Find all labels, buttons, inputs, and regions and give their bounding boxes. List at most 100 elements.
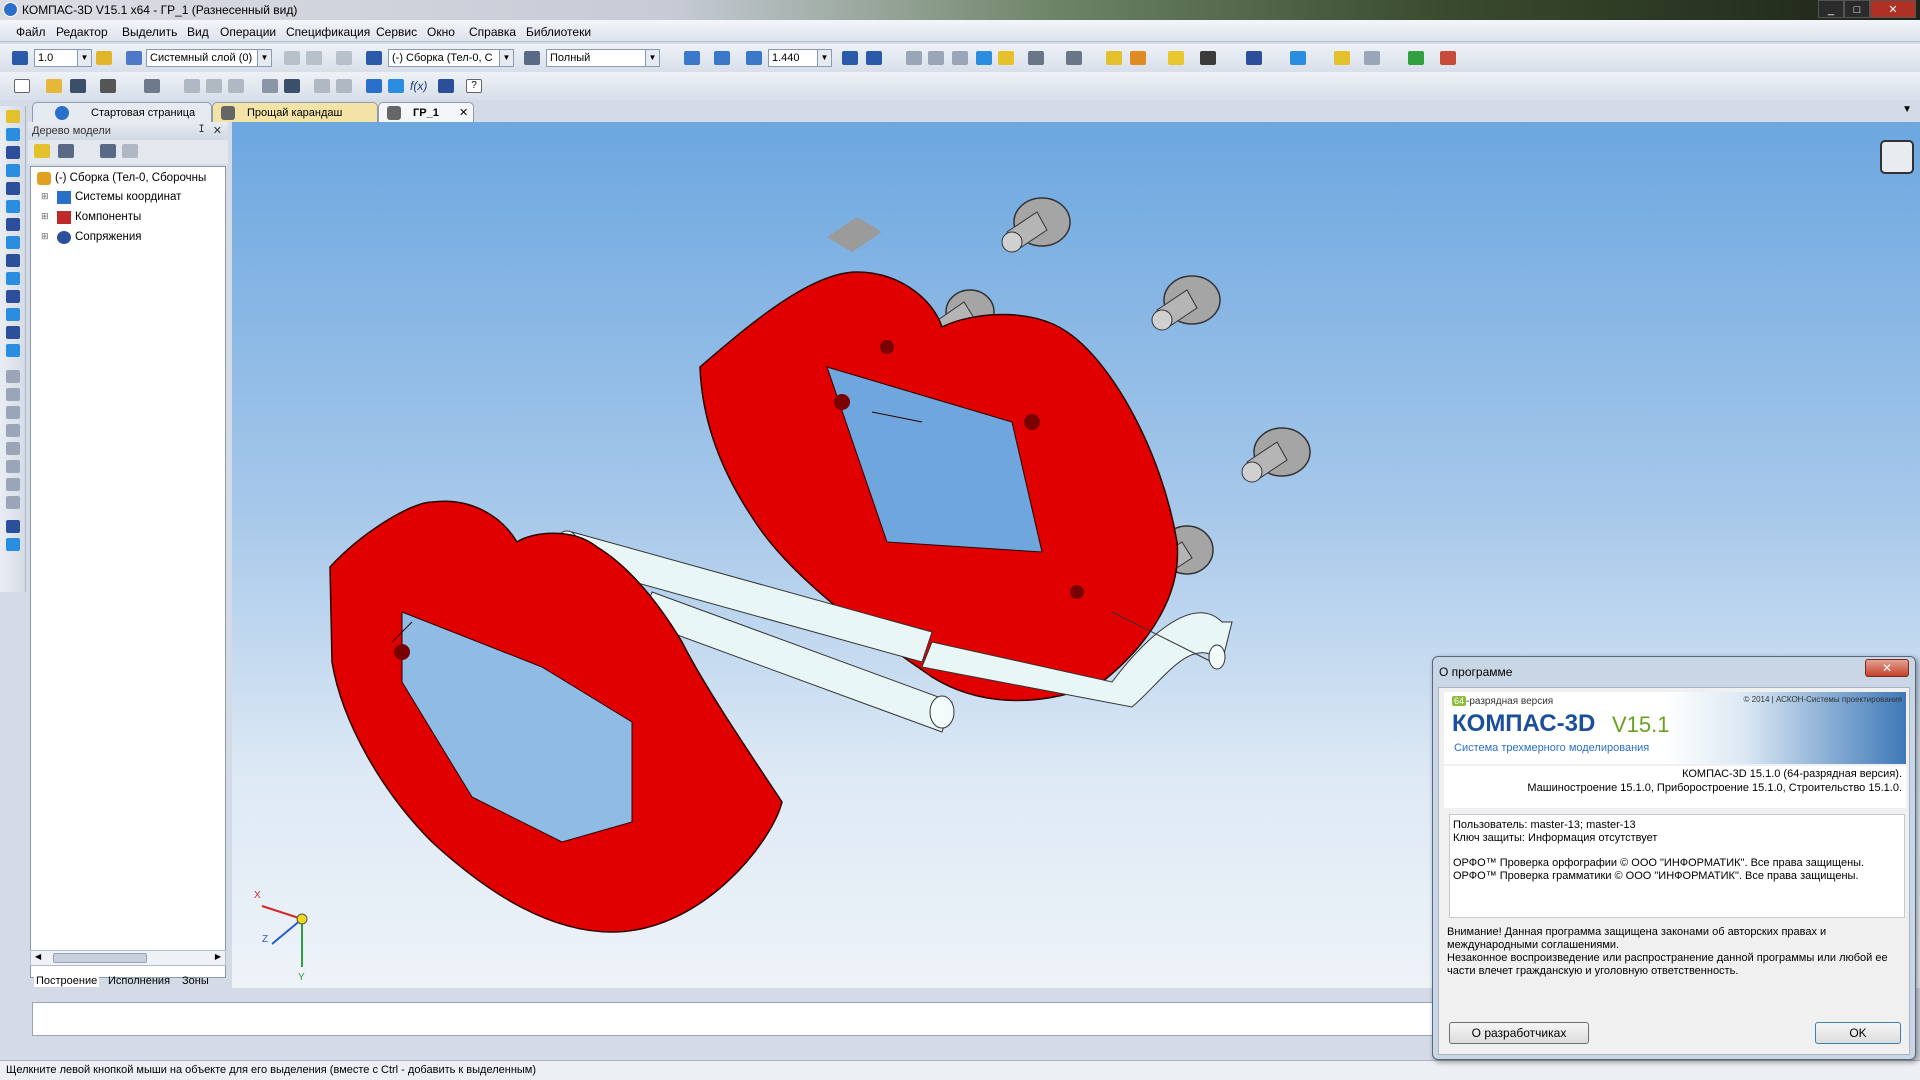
paste-icon[interactable]	[228, 79, 244, 93]
tab-construction[interactable]: Построение	[34, 975, 100, 987]
surface-icon[interactable]	[6, 218, 20, 231]
tool-b-icon[interactable]	[6, 388, 20, 401]
component-insert-icon[interactable]	[6, 128, 20, 141]
zoom-combo[interactable]: 1.440 ▼	[768, 49, 832, 67]
style-combo[interactable]: Полный ▼	[546, 49, 660, 67]
tool-h-icon[interactable]	[6, 496, 20, 509]
tab-proshchai-karandash[interactable]: Прощай карандаш	[212, 102, 378, 122]
aux-geometry-icon[interactable]	[6, 236, 20, 249]
tool-e-icon[interactable]	[6, 442, 20, 455]
menu-operations[interactable]: Операции	[220, 25, 276, 39]
scroll-left-icon[interactable]: ◀	[35, 952, 41, 961]
tree-item-mates[interactable]: Сопряжения	[75, 231, 142, 243]
tool-c-icon[interactable]	[6, 406, 20, 419]
print-icon[interactable]	[100, 79, 116, 93]
close-tab-icon[interactable]: ✕	[459, 106, 468, 119]
mate-icon[interactable]	[6, 146, 20, 159]
step-icon[interactable]	[12, 51, 28, 65]
library-manager-icon[interactable]	[388, 79, 404, 93]
wireframe-icon[interactable]	[906, 51, 922, 65]
rotate-icon[interactable]	[842, 51, 858, 65]
property-panel[interactable]	[32, 1002, 1434, 1036]
spatial-curve-icon[interactable]	[6, 200, 20, 213]
menu-help[interactable]: Справка	[469, 25, 516, 39]
move-component-icon[interactable]	[6, 164, 20, 177]
scroll-thumb[interactable]	[53, 953, 147, 963]
report-tool-icon[interactable]	[6, 308, 20, 321]
maximize-button[interactable]: □	[1844, 0, 1870, 18]
filter-icon[interactable]	[1028, 51, 1044, 65]
save-icon[interactable]	[70, 79, 86, 93]
zoom-icon[interactable]	[714, 51, 730, 65]
tool-a-icon[interactable]	[6, 370, 20, 383]
tree-root[interactable]: (-) Сборка (Тел-0, Сборочны	[55, 172, 206, 184]
preview-icon[interactable]	[144, 79, 160, 93]
snap-icon[interactable]	[96, 51, 112, 65]
ok-button[interactable]: OK	[1815, 1022, 1901, 1044]
menu-service[interactable]: Сервис	[376, 25, 417, 39]
orientation-icon[interactable]	[866, 51, 882, 65]
library-icon[interactable]	[1334, 51, 1350, 65]
style-icon[interactable]	[524, 51, 540, 65]
expand-icon[interactable]: ⊞	[41, 211, 49, 222]
array-icon[interactable]	[6, 182, 20, 195]
properties-icon[interactable]	[1200, 51, 1216, 65]
help-icon[interactable]: ?	[466, 79, 482, 93]
tool-d-icon[interactable]	[6, 424, 20, 437]
text-icon[interactable]	[1440, 51, 1456, 65]
sheet-icon[interactable]	[6, 344, 20, 357]
tab-gr1[interactable]: ГР_1 ✕	[378, 102, 474, 122]
fx-variables-icon[interactable]: f(x)	[410, 79, 427, 93]
tool-f-icon[interactable]	[6, 460, 20, 473]
relations-icon[interactable]	[100, 144, 116, 158]
tree-view-icon[interactable]	[58, 144, 74, 158]
tree-toggle-icon[interactable]	[366, 79, 382, 93]
scroll-right-icon[interactable]: ▶	[215, 952, 221, 961]
menu-specification[interactable]: Спецификация	[286, 25, 370, 39]
open-folder-icon[interactable]	[46, 79, 62, 93]
copy-icon[interactable]	[206, 79, 222, 93]
format-icon[interactable]	[262, 79, 278, 93]
minimize-button[interactable]: _	[1818, 0, 1844, 18]
tool-i-icon[interactable]	[6, 520, 20, 533]
half-tone-icon[interactable]	[952, 51, 968, 65]
measure-icon[interactable]	[1130, 51, 1146, 65]
tabs-dropdown-icon[interactable]: ▼	[1902, 104, 1912, 115]
variables-icon[interactable]	[284, 79, 300, 93]
select-icon[interactable]	[336, 51, 352, 65]
relation-icon[interactable]	[438, 79, 454, 93]
expand-icon[interactable]: ⊞	[41, 231, 49, 242]
manager-icon[interactable]	[1364, 51, 1380, 65]
section-icon[interactable]	[1106, 51, 1122, 65]
shaded-icon[interactable]	[976, 51, 992, 65]
cut-icon[interactable]	[184, 79, 200, 93]
zoom-scale-icon[interactable]	[746, 51, 762, 65]
edit-part-icon[interactable]	[6, 110, 20, 123]
component-icon[interactable]	[1290, 51, 1306, 65]
close-button[interactable]: ✕	[1870, 0, 1916, 18]
menu-view[interactable]: Вид	[187, 25, 209, 39]
tree-options-icon[interactable]	[122, 144, 138, 158]
kompas-app-icon[interactable]	[3, 2, 18, 17]
layer-icon[interactable]	[126, 51, 142, 65]
build-order-icon[interactable]	[34, 144, 50, 158]
tree-horizontal-scrollbar[interactable]: ◀ ▶	[30, 950, 226, 966]
report-icon[interactable]	[1408, 51, 1424, 65]
highlight-icon[interactable]	[1168, 51, 1184, 65]
tree-close-icon[interactable]: ✕	[213, 124, 222, 137]
filter-tool-icon[interactable]	[6, 272, 20, 285]
menu-window[interactable]: Окно	[427, 25, 455, 39]
menu-file[interactable]: Файл	[16, 25, 46, 39]
filter2-icon[interactable]	[1066, 51, 1082, 65]
layer-combo[interactable]: Системный слой (0) ▼	[146, 49, 272, 67]
menu-edit[interactable]: Редактор	[56, 25, 108, 39]
measure-tool-icon[interactable]	[6, 254, 20, 267]
expand-icon[interactable]: ⊞	[41, 191, 49, 202]
tree-item-components[interactable]: Компоненты	[75, 211, 141, 223]
about-close-button[interactable]: ✕	[1865, 659, 1909, 677]
fasteners-icon[interactable]	[6, 326, 20, 339]
layer-manager-icon[interactable]	[284, 51, 300, 65]
redo-icon[interactable]	[336, 79, 352, 93]
tab-zones[interactable]: Зоны	[182, 975, 209, 987]
developers-button[interactable]: О разработчиках	[1449, 1022, 1589, 1044]
